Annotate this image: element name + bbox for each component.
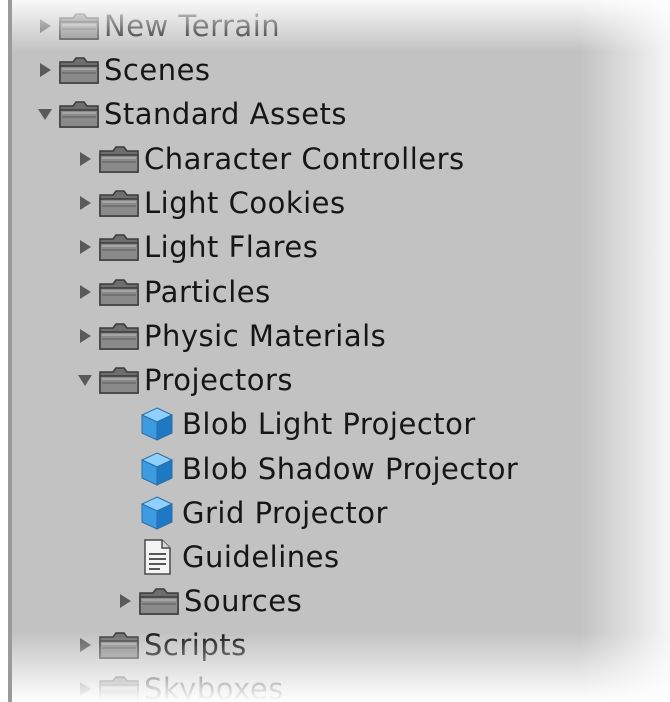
tree-item-sources[interactable]: Sources <box>12 579 670 623</box>
folder-icon <box>58 54 100 86</box>
collapsed-arrow-icon[interactable] <box>74 676 96 702</box>
tree-item-label: Character Controllers <box>144 142 465 176</box>
collapsed-arrow-icon[interactable] <box>34 57 56 83</box>
tree-item-projectors[interactable]: Projectors <box>12 358 670 402</box>
tree-item-skyboxes[interactable]: Skyboxes <box>12 667 670 702</box>
collapsed-arrow-icon[interactable] <box>74 146 96 172</box>
tree-item-label: Scripts <box>144 628 247 662</box>
tree-item-guidelines[interactable]: Guidelines <box>12 535 670 579</box>
tree-item-blob-shadow-projector[interactable]: Blob Shadow Projector <box>12 447 670 491</box>
prefab-cube-icon <box>136 496 178 530</box>
collapsed-arrow-icon[interactable] <box>74 234 96 260</box>
tree-item-label: Particles <box>144 275 271 309</box>
expanded-arrow-icon[interactable] <box>74 367 96 393</box>
expanded-arrow-icon[interactable] <box>34 101 56 127</box>
project-panel: New Terrain Scenes Standard Assets Chara… <box>8 0 670 702</box>
folder-icon <box>58 98 100 130</box>
tree-item-label: Physic Materials <box>144 319 387 353</box>
tree-item-particles[interactable]: Particles <box>12 270 670 314</box>
tree-item-label: Guidelines <box>182 540 340 574</box>
tree-item-scripts[interactable]: Scripts <box>12 623 670 667</box>
tree-item-label: Light Cookies <box>144 186 346 220</box>
tree-item-scenes[interactable]: Scenes <box>12 48 670 92</box>
tree-item-standard-assets[interactable]: Standard Assets <box>12 92 670 136</box>
folder-icon <box>58 10 100 42</box>
prefab-cube-icon <box>136 452 178 486</box>
folder-icon <box>98 320 140 352</box>
collapsed-arrow-icon[interactable] <box>114 588 136 614</box>
folder-icon <box>98 629 140 661</box>
folder-icon <box>98 364 140 396</box>
project-tree: New Terrain Scenes Standard Assets Chara… <box>12 0 670 702</box>
screenshot-frame: New Terrain Scenes Standard Assets Chara… <box>0 0 670 702</box>
folder-icon <box>98 187 140 219</box>
folder-icon <box>98 231 140 263</box>
folder-icon <box>98 276 140 308</box>
collapsed-arrow-icon[interactable] <box>74 279 96 305</box>
tree-item-label: Scenes <box>104 53 211 87</box>
collapsed-arrow-icon[interactable] <box>34 13 56 39</box>
tree-item-light-flares[interactable]: Light Flares <box>12 225 670 269</box>
tree-item-character-controllers[interactable]: Character Controllers <box>12 137 670 181</box>
collapsed-arrow-icon[interactable] <box>74 323 96 349</box>
tree-item-label: Projectors <box>144 363 293 397</box>
collapsed-arrow-icon[interactable] <box>74 190 96 216</box>
tree-item-blob-light-projector[interactable]: Blob Light Projector <box>12 402 670 446</box>
tree-item-label: Blob Light Projector <box>182 407 476 441</box>
tree-item-label: Standard Assets <box>104 97 348 131</box>
folder-icon <box>98 143 140 175</box>
tree-item-label: Light Flares <box>144 230 319 264</box>
tree-item-light-cookies[interactable]: Light Cookies <box>12 181 670 225</box>
tree-item-physic-materials[interactable]: Physic Materials <box>12 314 670 358</box>
prefab-cube-icon <box>136 407 178 441</box>
tree-item-label: Grid Projector <box>182 496 388 530</box>
tree-item-label: Sources <box>184 584 303 618</box>
folder-icon <box>138 585 180 617</box>
tree-item-label: Skyboxes <box>144 672 284 702</box>
text-document-icon <box>136 539 178 575</box>
tree-item-new-terrain[interactable]: New Terrain <box>12 4 670 48</box>
tree-item-label: Blob Shadow Projector <box>182 452 519 486</box>
tree-item-grid-projector[interactable]: Grid Projector <box>12 491 670 535</box>
folder-icon <box>98 673 140 702</box>
collapsed-arrow-icon[interactable] <box>74 632 96 658</box>
left-fade-overlay <box>0 0 8 702</box>
tree-item-label: New Terrain <box>104 9 281 43</box>
